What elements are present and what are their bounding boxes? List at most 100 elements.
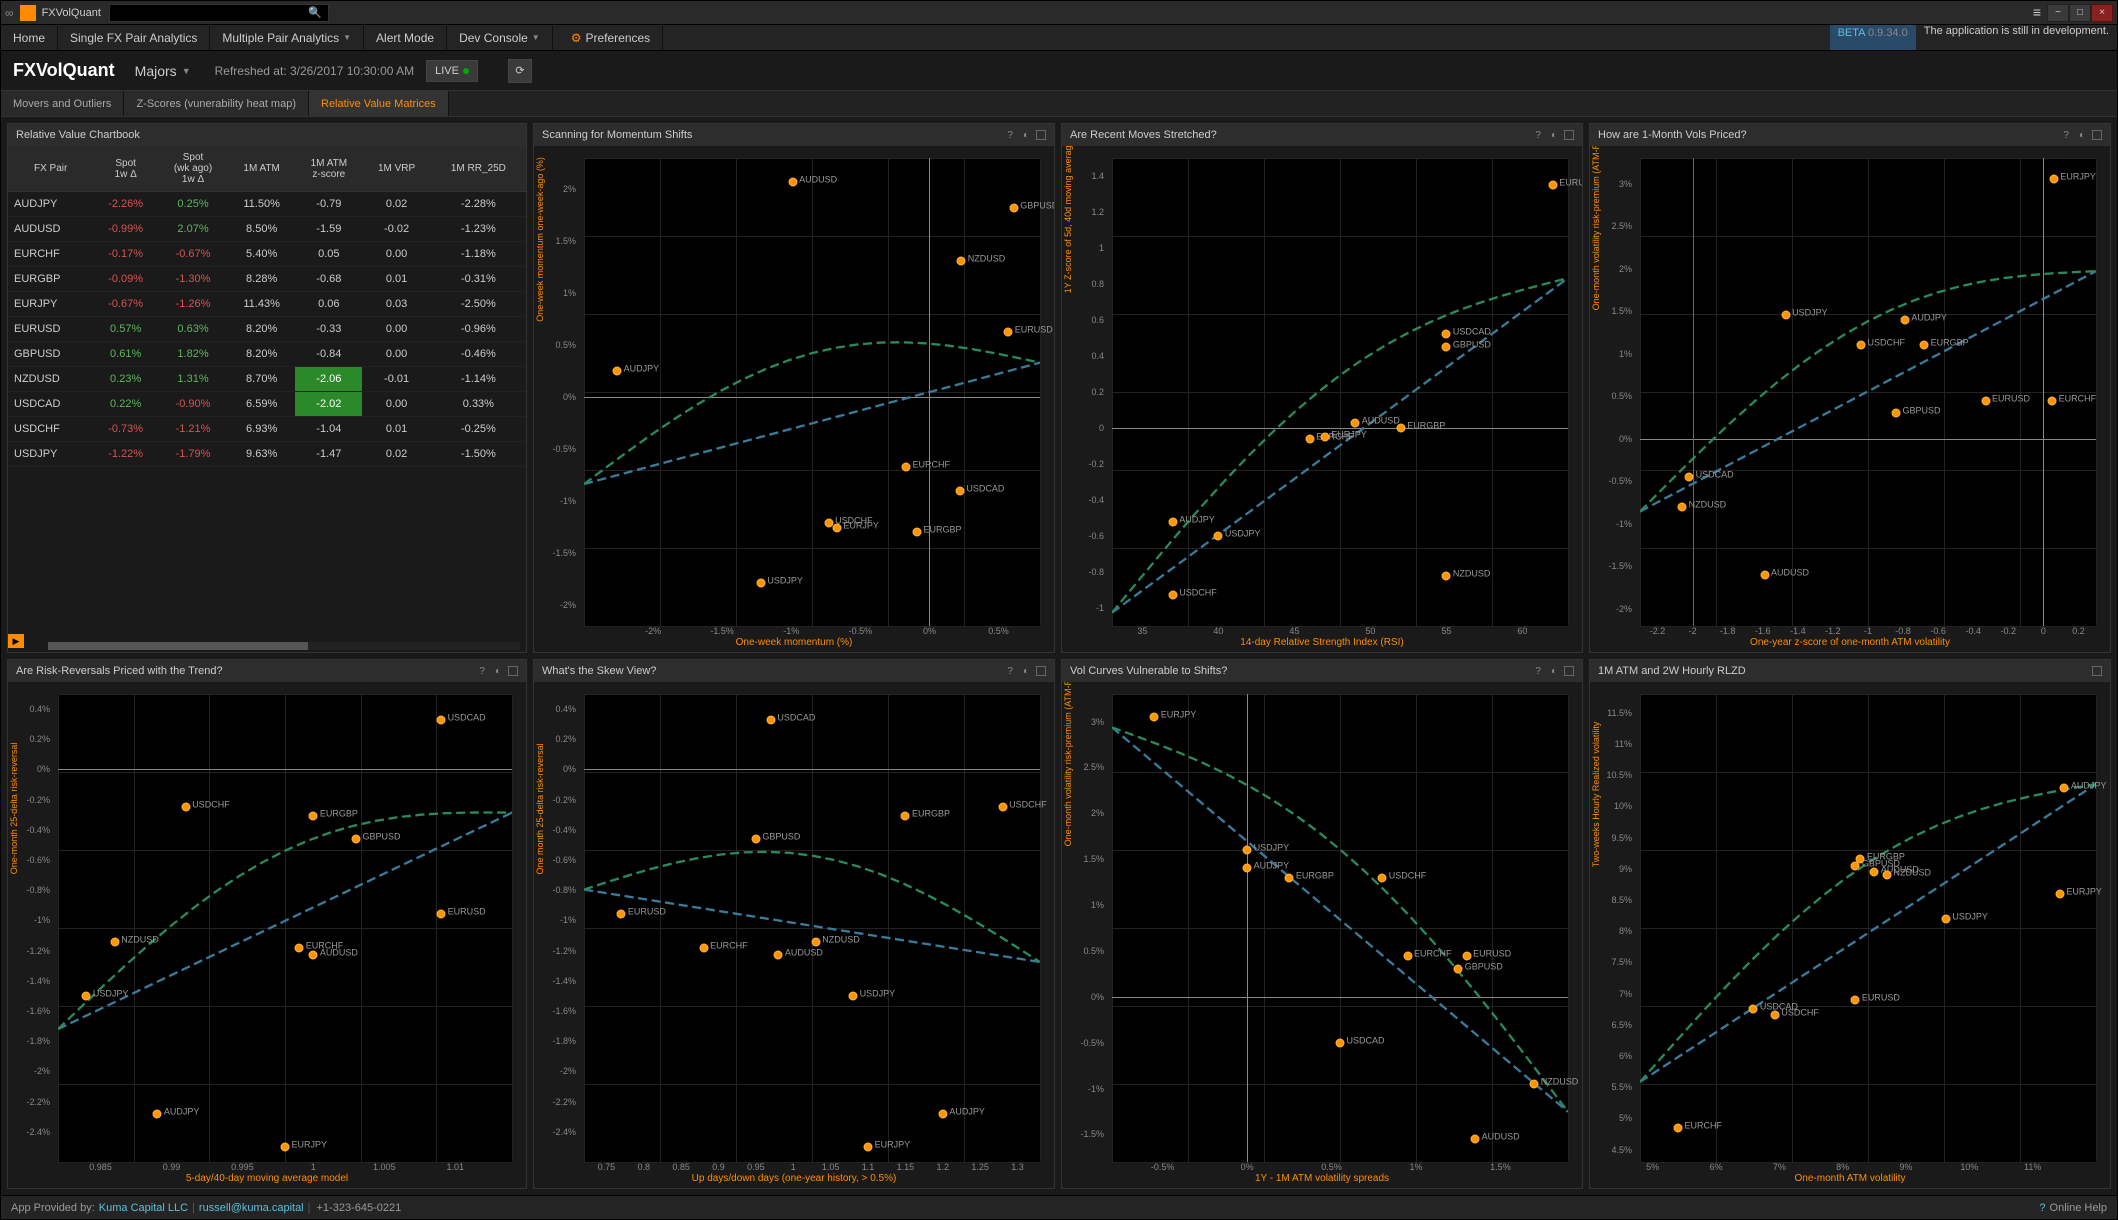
data-point[interactable]: EURJPY [1150,712,1159,721]
data-point[interactable]: NZDUSD [110,937,119,946]
data-point[interactable]: EURCHF [2048,396,2057,405]
data-point[interactable]: GBPUSD [751,834,760,843]
data-point[interactable]: NZDUSD [1530,1080,1539,1089]
tab-rv-matrices[interactable]: Relative Value Matrices [309,91,449,116]
data-point[interactable]: AUDUSD [774,951,783,960]
data-point[interactable]: NZDUSD [1678,502,1687,511]
data-point[interactable]: AUDJPY [1168,517,1177,526]
table-row[interactable]: USDCAD0.22%-0.90%6.59%-2.020.000.33% [8,392,526,417]
data-point[interactable]: NZDUSD [1883,870,1892,879]
data-point[interactable]: EURCHF [699,943,708,952]
maximize-panel-icon[interactable] [1564,130,1574,140]
scatter-plot[interactable]: AUDJPYAUDUSDEURCHFEURGBPEURJPYEURUSDGBPU… [58,694,512,1162]
data-point[interactable]: EURGBP [1285,873,1294,882]
filter-dropdown[interactable]: Majors ▼ [135,63,191,79]
maximize-panel-icon[interactable] [1036,666,1046,676]
data-point[interactable]: EURUSD [1981,396,1990,405]
table-header[interactable]: 1M ATMz-score [295,146,362,192]
data-point[interactable]: AUDUSD [1760,570,1769,579]
data-point[interactable]: AUDJPY [1243,864,1252,873]
maximize-panel-icon[interactable] [2092,666,2102,676]
data-point[interactable]: AUDJPY [2060,783,2069,792]
data-point[interactable]: USDCHF [1168,591,1177,600]
menu-multiple[interactable]: Multiple Pair Analytics ▼ [210,25,364,50]
data-point[interactable]: NZDUSD [957,256,966,265]
data-point[interactable]: EURJPY [864,1142,873,1151]
menu-single[interactable]: Single FX Pair Analytics [58,25,210,50]
data-point[interactable]: USDCHF [1378,873,1387,882]
menu-alert[interactable]: Alert Mode [364,25,447,50]
maximize-button[interactable]: □ [2069,4,2091,22]
data-point[interactable]: NZDUSD [811,937,820,946]
maximize-panel-icon[interactable] [2092,130,2102,140]
data-point[interactable]: EURCHF [295,943,304,952]
data-point[interactable]: EURGBP [1396,424,1405,433]
minimize-button[interactable]: − [2047,4,2069,22]
data-point[interactable]: EURUSD [1548,181,1557,190]
contrast-icon[interactable]: ◐ [1020,666,1032,677]
contrast-icon[interactable]: ◐ [2076,130,2088,141]
table-row[interactable]: NZDUSD0.23%1.31%8.70%-2.06-0.01-1.14% [8,367,526,392]
help-icon[interactable]: ? [1004,130,1016,141]
data-point[interactable]: USDJPY [82,991,91,1000]
data-point[interactable]: NZDUSD [1442,571,1451,580]
table-row[interactable]: EURUSD0.57%0.63%8.20%-0.330.00-0.96% [8,317,526,342]
help-icon[interactable]: ? [1532,666,1544,677]
menu-icon[interactable]: ≡ [2033,4,2041,22]
menu-preferences[interactable]: ⚙ Preferences [559,25,663,50]
scatter-plot[interactable]: AUDJPYAUDUSDEURCHFEURGBPEURJPYEURUSDGBPU… [584,158,1040,626]
contrast-icon[interactable]: ◐ [1020,130,1032,141]
data-point[interactable]: USDCAD [1749,1005,1758,1014]
data-point[interactable]: EURUSD [1851,995,1860,1004]
online-help[interactable]: ? Online Help [2039,1202,2107,1214]
maximize-panel-icon[interactable] [1564,666,1574,676]
tab-movers[interactable]: Movers and Outliers [1,91,124,116]
data-point[interactable]: EURUSD [617,910,626,919]
data-point[interactable]: EURCHF [901,462,910,471]
data-point[interactable]: USDCHF [998,803,1007,812]
table-header[interactable]: Spot1w Δ [93,146,158,192]
data-point[interactable]: USDJPY [1214,532,1223,541]
help-icon[interactable]: ? [2060,130,2072,141]
search-input[interactable]: 🔍 [109,4,329,22]
tab-zscores[interactable]: Z-Scores (vunerability heat map) [124,91,309,116]
data-point[interactable]: USDCHF [1856,341,1865,350]
table-row[interactable]: EURCHF-0.17%-0.67%5.40%0.050.00-1.18% [8,242,526,267]
data-point[interactable]: EURCHF [1673,1123,1682,1132]
data-point[interactable]: USDCAD [955,486,964,495]
data-point[interactable]: USDJPY [1781,311,1790,320]
table-row[interactable]: GBPUSD0.61%1.82%8.20%-0.840.00-0.46% [8,342,526,367]
data-point[interactable]: EURJPY [2049,175,2058,184]
scatter-plot[interactable]: AUDJPYAUDUSDEURCHFEURGBPEURJPYEURUSDGBPU… [1640,158,2096,626]
data-point[interactable]: AUDJPY [938,1109,947,1118]
data-point[interactable]: USDJPY [1941,914,1950,923]
close-button[interactable]: × [2091,4,2113,22]
data-point[interactable]: EURGBP [1920,341,1929,350]
data-point[interactable]: EURJPY [2055,889,2064,898]
data-point[interactable]: AUDUSD [1351,418,1360,427]
table-header[interactable]: FX Pair [8,146,93,192]
footer-company[interactable]: Kuma Capital LLC [99,1202,188,1214]
menu-home[interactable]: Home [1,25,58,50]
data-point[interactable]: EURUSD [1462,951,1471,960]
data-point[interactable]: USDJPY [849,991,858,1000]
data-point[interactable]: USDCAD [766,715,775,724]
table-header[interactable]: Spot(wk ago)1w Δ [158,146,228,192]
data-point[interactable]: GBPUSD [1009,203,1018,212]
contrast-icon[interactable]: ◐ [1548,666,1560,677]
data-point[interactable]: GBPUSD [1892,409,1901,418]
data-point[interactable]: EURJPY [281,1142,290,1151]
data-point[interactable]: GBPUSD [1442,343,1451,352]
table-row[interactable]: USDCHF-0.73%-1.21%6.93%-1.040.01-0.25% [8,417,526,442]
data-point[interactable]: EURJPY [1320,433,1329,442]
h-scrollbar[interactable] [48,642,520,650]
data-point[interactable]: USDCAD [1685,473,1694,482]
data-point[interactable]: AUDJPY [613,367,622,376]
data-point[interactable]: AUDUSD [788,177,797,186]
live-toggle[interactable]: LIVE [426,60,478,82]
help-icon[interactable]: ? [1532,130,1544,141]
data-point[interactable]: GBPUSD [1851,861,1860,870]
maximize-panel-icon[interactable] [508,666,518,676]
data-point[interactable]: EURCHF [1403,951,1412,960]
maximize-panel-icon[interactable] [1036,130,1046,140]
